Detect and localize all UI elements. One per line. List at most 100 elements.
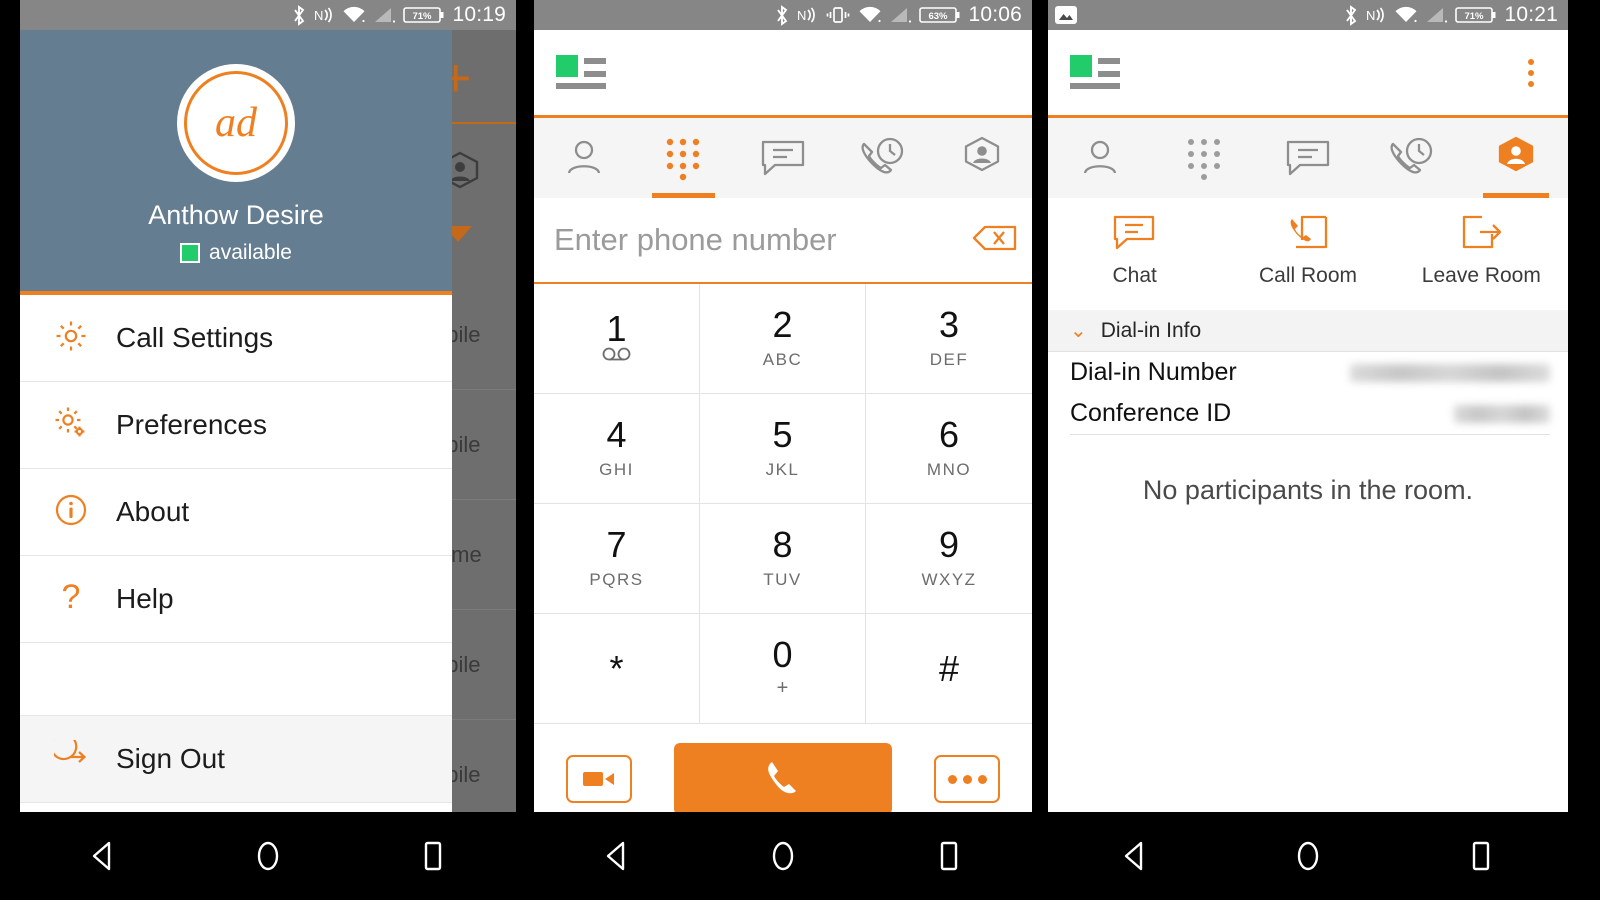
phone-icon — [768, 762, 796, 794]
status-bar-right-2: N 63% 10:06 — [775, 3, 1022, 27]
wifi-icon — [859, 6, 882, 23]
backspace-icon[interactable] — [956, 218, 1018, 263]
drawer-profile-header[interactable]: ad Anthow Desire available — [20, 30, 452, 295]
tab-history[interactable] — [833, 118, 933, 198]
tab-chat[interactable] — [733, 118, 833, 198]
call-button[interactable] — [674, 743, 892, 812]
menu-item-help[interactable]: ? Help — [20, 556, 452, 643]
wifi-icon — [343, 6, 366, 23]
dial-key-digit: * — [609, 647, 624, 689]
avatar[interactable]: ad — [177, 64, 295, 182]
dial-in-number-row: Dial-in Number — [1048, 352, 1568, 393]
app-logo-icon — [1070, 53, 1120, 93]
dial-key-9[interactable]: 9 WXYZ — [866, 504, 1032, 614]
status-bar-3: N 71% 10:21 — [1048, 0, 1568, 30]
dial-key-8[interactable]: 8 TUV — [700, 504, 866, 614]
dial-key-5[interactable]: 5 JKL — [700, 394, 866, 504]
menu-item-call-settings[interactable]: Call Settings — [20, 295, 452, 382]
dial-key-0[interactable]: 0 + — [700, 614, 866, 724]
room-action-call-room[interactable]: Call Room — [1221, 212, 1394, 310]
dialpad-keys: 1 2 ABC 3 DEF 4 GHI 5 JKL 6 MNO 7 PQRS 8… — [534, 284, 1032, 724]
dial-key-digit: 3 — [938, 304, 960, 345]
more-options-button[interactable] — [934, 755, 1000, 803]
tab-dialpad[interactable] — [634, 118, 734, 198]
signal-icon — [891, 8, 912, 23]
dial-key-letters: GHI — [599, 460, 634, 479]
room-action-label: Chat — [1112, 264, 1157, 287]
nav-home-button[interactable] — [228, 826, 308, 886]
tab-history[interactable] — [1360, 118, 1464, 198]
dial-in-number-value-redacted — [1350, 363, 1550, 382]
room-badge-icon — [965, 136, 1000, 172]
menu-item-preferences[interactable]: Preferences — [20, 382, 452, 469]
tab-contacts[interactable] — [534, 118, 634, 198]
tab-rooms[interactable] — [1464, 118, 1568, 198]
dial-key-digit: 2 — [772, 304, 793, 345]
nav-back-button[interactable] — [1095, 826, 1175, 886]
back-triangle-icon — [606, 841, 625, 871]
menu-item-sign-out[interactable]: Sign Out — [20, 716, 452, 803]
dialpad-icon — [1188, 139, 1220, 180]
room-action-bar: Chat Call Room Leave Room — [1048, 198, 1568, 310]
dial-key-1[interactable]: 1 — [534, 284, 700, 394]
dial-key-letters: PQRS — [589, 570, 644, 589]
nav-back-button[interactable] — [63, 826, 143, 886]
phone-number-field[interactable]: Enter phone number — [534, 198, 1032, 284]
screenshot-icon — [1055, 6, 1077, 24]
home-circle-icon — [1297, 841, 1319, 871]
tab-contacts[interactable] — [1048, 118, 1152, 198]
battery-percent-1: 71% — [413, 11, 433, 22]
battery-percent-3: 71% — [1465, 11, 1485, 22]
message-icon — [761, 140, 805, 176]
video-call-button[interactable] — [566, 755, 632, 803]
app-header-2 — [534, 30, 1032, 118]
conference-id-label: Conference ID — [1070, 399, 1232, 427]
dial-key-letters: JKL — [765, 460, 800, 479]
nav-home-button[interactable] — [743, 826, 823, 886]
tab-chat[interactable] — [1256, 118, 1360, 198]
screenshot-stage: N 71% 10:19 + obile obile lome obile obi… — [0, 0, 1600, 900]
back-triangle-icon — [1124, 841, 1142, 871]
app-logo-icon — [556, 53, 606, 93]
system-nav-bar-2 — [534, 812, 1032, 900]
dial-key-letters: TUV — [763, 570, 802, 589]
nav-recents-button[interactable] — [1441, 826, 1521, 886]
info-divider — [1070, 434, 1550, 435]
tab-rooms[interactable] — [932, 118, 1032, 198]
room-action-chat[interactable]: Chat — [1048, 212, 1221, 310]
menu-item-label: Sign Out — [116, 743, 225, 774]
empty-state-message: No participants in the room. — [1142, 475, 1474, 505]
dial-key-star[interactable]: * — [534, 614, 700, 724]
kebab-menu-icon[interactable] — [1516, 56, 1546, 90]
dial-key-digit: 1 — [606, 308, 627, 349]
voicemail-icon — [600, 347, 634, 366]
dial-key-2[interactable]: 2 ABC — [700, 284, 866, 394]
info-icon — [54, 493, 88, 532]
nav-back-button[interactable] — [577, 826, 657, 886]
conference-id-row: Conference ID — [1048, 393, 1568, 434]
nav-home-button[interactable] — [1268, 826, 1348, 886]
dial-key-hash[interactable]: # — [866, 614, 1032, 724]
nav-recents-button[interactable] — [909, 826, 989, 886]
gear-icon — [54, 319, 88, 358]
dial-key-digit: 7 — [606, 524, 627, 565]
room-action-leave-room[interactable]: Leave Room — [1395, 212, 1568, 310]
dial-in-info-header[interactable]: ⌄ Dial-in Info — [1048, 310, 1568, 352]
app-header-3 — [1048, 30, 1568, 118]
video-call-icon — [583, 772, 614, 786]
menu-item-about[interactable]: About — [20, 469, 452, 556]
dial-key-4[interactable]: 4 GHI — [534, 394, 700, 504]
dialpad-icon — [667, 138, 700, 181]
dial-key-3[interactable]: 3 DEF — [866, 284, 1032, 394]
tab-dialpad[interactable] — [1152, 118, 1256, 198]
bluetooth-icon — [1346, 4, 1357, 26]
nav-recents-button[interactable] — [393, 826, 473, 886]
call-room-icon — [1290, 215, 1328, 249]
dial-key-6[interactable]: 6 MNO — [866, 394, 1032, 504]
leave-room-icon — [1463, 215, 1502, 249]
dial-key-7[interactable]: 7 PQRS — [534, 504, 700, 614]
dial-key-digit: 6 — [938, 414, 960, 455]
room-action-label: Leave Room — [1421, 264, 1541, 287]
menu-item-label: Preferences — [116, 409, 267, 440]
presence-status[interactable]: available — [20, 241, 452, 265]
